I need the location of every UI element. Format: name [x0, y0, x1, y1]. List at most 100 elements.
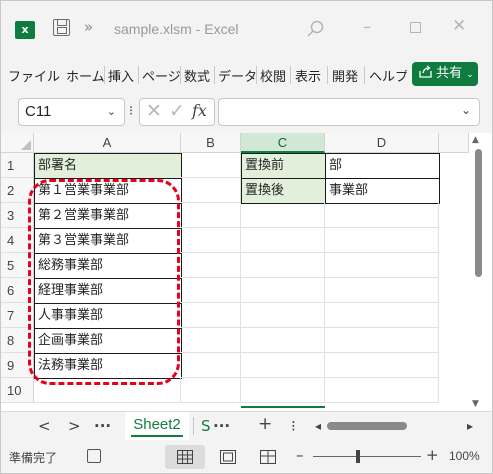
quick-access-more-button[interactable]: »	[84, 18, 93, 36]
tab-help[interactable]: ヘルプ	[369, 66, 407, 85]
cell-d10[interactable]	[325, 378, 439, 403]
row-header[interactable]: 3	[1, 203, 34, 228]
tab-data[interactable]: データ	[218, 66, 257, 85]
row-header[interactable]: 2	[1, 178, 34, 203]
save-icon[interactable]	[53, 19, 70, 36]
zoom-level[interactable]: 100%	[449, 449, 480, 463]
row-header[interactable]: 7	[1, 303, 34, 328]
cell-a6[interactable]: 経理事業部	[34, 278, 182, 304]
row-header[interactable]: 8	[1, 328, 34, 353]
cell-a7[interactable]: 人事事業部	[34, 303, 182, 329]
tab-insert[interactable]: 挿入	[108, 66, 134, 85]
column-header-b[interactable]: B	[181, 133, 241, 153]
cell-d9[interactable]	[325, 353, 439, 378]
cell-b7[interactable]	[181, 303, 241, 328]
cell-c7[interactable]	[241, 303, 325, 328]
enter-icon[interactable]: ✓	[169, 100, 185, 122]
sheet-tab-active[interactable]: Sheet2	[125, 412, 189, 440]
row-header[interactable]: 10	[1, 378, 34, 403]
cell-d1[interactable]: 部	[325, 153, 440, 179]
add-sheet-button[interactable]: +	[258, 414, 272, 434]
column-header-d[interactable]: D	[325, 133, 439, 153]
cell-d7[interactable]	[325, 303, 439, 328]
cell-c10[interactable]	[241, 378, 325, 403]
share-button[interactable]: 共有 ⌄	[412, 62, 478, 86]
row-header[interactable]: 9	[1, 353, 34, 378]
cell-b9[interactable]	[181, 353, 241, 378]
hscroll-right-icon[interactable]: ▸	[467, 419, 473, 433]
macro-record-icon[interactable]	[87, 449, 101, 463]
cell-d3[interactable]	[325, 203, 439, 228]
cell-d2[interactable]: 事業部	[325, 178, 440, 204]
name-box[interactable]: C11 ⌄	[18, 98, 125, 126]
excel-app-icon[interactable]: x	[15, 21, 35, 39]
cell-a3[interactable]: 第２営業事業部	[34, 203, 182, 229]
hscroll-left-icon[interactable]: ◂	[315, 419, 321, 433]
column-header-e[interactable]	[439, 133, 469, 153]
cell-a9[interactable]: 法務事業部	[34, 353, 182, 379]
cell-b5[interactable]	[181, 253, 241, 278]
sheet-tab-partial[interactable]: S	[201, 417, 211, 435]
more-sheets-right-button[interactable]: ···	[213, 417, 230, 435]
cell-c2[interactable]: 置換後	[241, 178, 326, 204]
cell-c8[interactable]	[241, 328, 325, 353]
cell-c6[interactable]	[241, 278, 325, 303]
horizontal-scrollbar[interactable]	[327, 422, 407, 430]
cell-c5[interactable]	[241, 253, 325, 278]
cell-d5[interactable]	[325, 253, 439, 278]
tab-developer[interactable]: 開発	[332, 66, 358, 85]
cell-a4[interactable]: 第３営業事業部	[34, 228, 182, 254]
cell-a10[interactable]	[34, 378, 181, 403]
column-header-c[interactable]: C	[241, 133, 325, 153]
cell-a1[interactable]: 部署名	[34, 153, 182, 179]
more-sheets-left-button[interactable]: ···	[94, 417, 111, 435]
minimize-button[interactable]: –	[363, 17, 371, 36]
cell-c3[interactable]	[241, 203, 325, 228]
cancel-icon[interactable]: ✕	[146, 100, 162, 122]
cell-b4[interactable]	[181, 228, 241, 253]
cell-a8[interactable]: 企画事業部	[34, 328, 182, 354]
cell-d6[interactable]	[325, 278, 439, 303]
cell-b2[interactable]	[181, 178, 241, 203]
tab-page-layout[interactable]: ページ	[142, 66, 181, 85]
cell-b10[interactable]	[181, 378, 241, 403]
tab-file[interactable]: ファイル	[8, 66, 60, 85]
page-layout-view-icon[interactable]	[220, 450, 236, 464]
worksheet-grid[interactable]: A B C D 1 2 3 4 5 6 7 8 9 10 部署名 第１営業事業部…	[1, 133, 492, 411]
page-break-view-icon[interactable]	[260, 450, 276, 464]
cell-b6[interactable]	[181, 278, 241, 303]
row-header[interactable]: 4	[1, 228, 34, 253]
view-normal-button[interactable]	[165, 445, 205, 469]
zoom-slider-handle[interactable]	[356, 450, 360, 463]
cell-b3[interactable]	[181, 203, 241, 228]
cell-a2[interactable]: 第１営業事業部	[34, 178, 182, 204]
search-icon[interactable]	[306, 19, 326, 39]
next-sheet-button[interactable]: >	[68, 417, 81, 435]
prev-sheet-button[interactable]: <	[38, 417, 51, 435]
tab-view[interactable]: 表示	[295, 66, 321, 85]
insert-function-icon[interactable]: fx	[192, 101, 207, 120]
chevron-down-icon[interactable]: ⌄	[107, 99, 116, 125]
sheet-options-button[interactable]: ⁝	[291, 417, 296, 435]
cell-b8[interactable]	[181, 328, 241, 353]
cell-d4[interactable]	[325, 228, 439, 253]
zoom-slider[interactable]	[313, 456, 421, 457]
close-button[interactable]: ✕	[452, 16, 466, 36]
cell-d8[interactable]	[325, 328, 439, 353]
cell-c9[interactable]	[241, 353, 325, 378]
scroll-up-icon[interactable]: ▲	[472, 135, 479, 145]
column-header-a[interactable]: A	[34, 133, 181, 153]
zoom-in-button[interactable]: +	[426, 446, 439, 464]
vertical-scrollbar[interactable]	[475, 149, 482, 277]
tab-formulas[interactable]: 数式	[184, 66, 210, 85]
cell-b1[interactable]	[181, 153, 241, 178]
tab-review[interactable]: 校閲	[260, 66, 286, 85]
row-header[interactable]: 5	[1, 253, 34, 278]
maximize-button[interactable]	[410, 22, 421, 33]
formula-bar-grip[interactable]: ⁝	[129, 104, 133, 119]
row-header[interactable]: 1	[1, 153, 34, 178]
formula-input[interactable]: ⌄	[218, 98, 480, 126]
tab-home[interactable]: ホーム	[66, 66, 105, 85]
cell-c4[interactable]	[241, 228, 325, 253]
zoom-out-button[interactable]: –	[296, 446, 304, 464]
